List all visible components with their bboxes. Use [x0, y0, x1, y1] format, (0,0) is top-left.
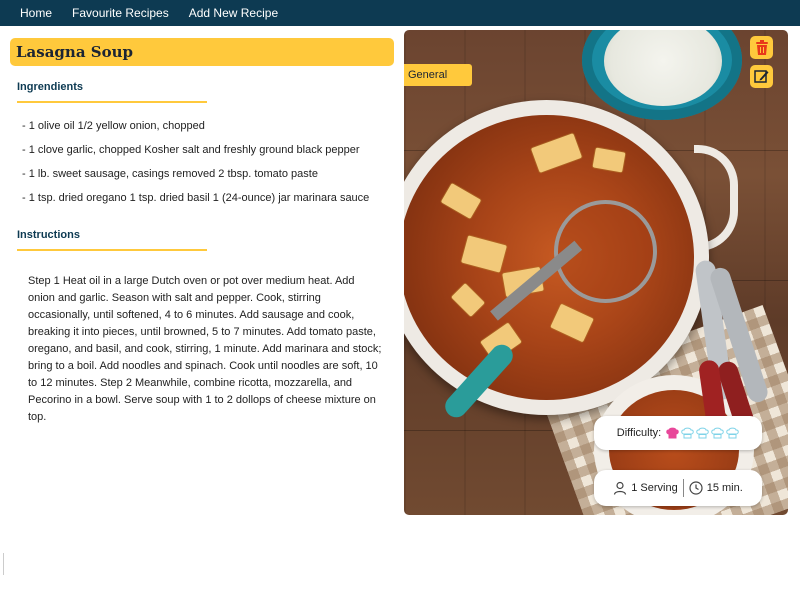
recipe-title: Lasagna Soup — [16, 43, 133, 61]
pill-divider — [682, 479, 684, 497]
ingredient-item: - 1 tsp. dried oregano 1 tsp. dried basi… — [22, 192, 370, 204]
ingredient-item: - 1 clove garlic, chopped Kosher salt an… — [22, 144, 360, 156]
person-icon — [614, 481, 627, 495]
ingredients-list: - 1 olive oil 1/2 yellow onion, chopped … — [22, 117, 392, 213]
nav-favourite-recipes-link[interactable]: Favourite Recipes — [72, 6, 169, 20]
chef-hat-icon — [711, 427, 724, 439]
ingredient-item: - 1 olive oil 1/2 yellow onion, chopped — [22, 120, 205, 132]
top-nav: Home Favourite Recipes Add New Recipe — [0, 0, 800, 26]
chef-hat-icon — [726, 427, 739, 439]
edit-icon — [754, 70, 769, 83]
edit-recipe-button[interactable] — [750, 65, 773, 88]
ingredient-item: - 1 lb. sweet sausage, casings removed 2… — [22, 168, 318, 180]
scroll-edge — [0, 553, 4, 575]
chef-hat-icon — [681, 427, 694, 439]
category-tag: General — [404, 64, 472, 86]
difficulty-label: Difficulty: — [616, 427, 662, 439]
chef-hat-icon — [666, 427, 679, 439]
instructions-text: Step 1 Heat oil in a large Dutch oven or… — [28, 275, 382, 423]
difficulty-rating — [664, 427, 739, 439]
servings-text: 1 Serving — [631, 482, 678, 494]
nav-home-link[interactable]: Home — [20, 6, 52, 20]
instructions-heading: Instructions — [17, 229, 80, 241]
delete-recipe-button[interactable] — [750, 36, 773, 59]
ingredients-heading: Ingrendients — [17, 81, 84, 93]
difficulty-pill: Difficulty: — [594, 416, 762, 450]
time-text: 15 min. — [706, 482, 743, 494]
nav-add-new-recipe-link[interactable]: Add New Recipe — [189, 6, 278, 20]
servings-time-pill: 1 Serving 15 min. — [594, 470, 762, 506]
recipe-title-bar: Lasagna Soup — [10, 38, 394, 66]
instructions-divider — [17, 249, 207, 251]
trash-icon — [755, 39, 768, 55]
ingredients-divider — [17, 101, 207, 103]
clock-icon — [689, 481, 703, 495]
chef-hat-icon — [696, 427, 709, 439]
